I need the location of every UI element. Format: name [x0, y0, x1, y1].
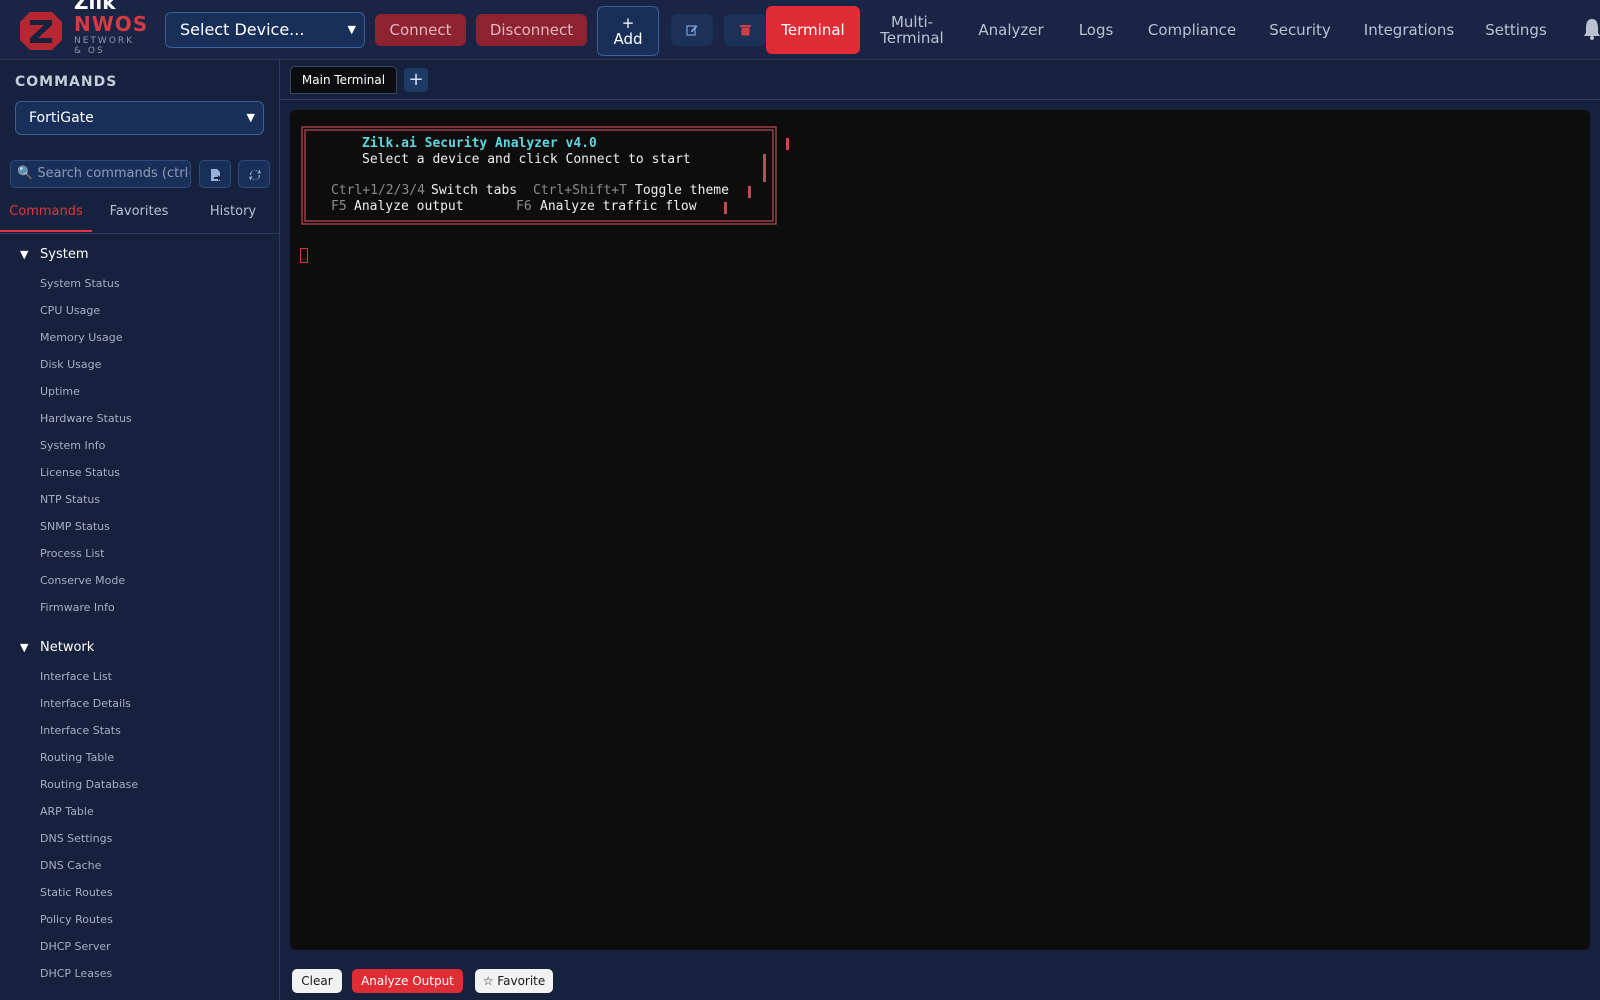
terminal-tab-bar: Main Terminal +	[280, 60, 1600, 100]
category-network[interactable]: ▼ Network	[20, 640, 94, 655]
commands-sidebar: COMMANDS FortiGate ▼ 🔍 Search commands (…	[0, 60, 280, 1000]
disconnect-button[interactable]: Disconnect	[476, 14, 587, 46]
brand-name-main: NWOS	[74, 12, 149, 36]
command-item[interactable]: CPU Usage	[40, 304, 100, 317]
vendor-select[interactable]: FortiGate ▼	[15, 101, 264, 135]
nav-logs[interactable]: Logs	[1070, 6, 1122, 54]
command-search-input[interactable]: 🔍 Search commands (ctrl+k)	[10, 160, 191, 188]
nav-multi-terminal-line2: Terminal	[880, 29, 944, 47]
caret-down-icon: ▼	[20, 641, 29, 654]
command-item[interactable]: Process List	[40, 547, 104, 560]
command-item[interactable]: DHCP Server	[40, 940, 111, 953]
bell-icon[interactable]	[1583, 18, 1600, 40]
command-item[interactable]: Static Routes	[40, 886, 113, 899]
command-item[interactable]: Interface Details	[40, 697, 131, 710]
command-item[interactable]: DHCP Leases	[40, 967, 112, 980]
shortcut-key: F6	[516, 199, 532, 214]
nav-integrations[interactable]: Integrations	[1358, 6, 1460, 54]
tab-history[interactable]: History	[186, 204, 280, 232]
shortcut-label: Toggle theme	[635, 183, 729, 198]
category-label: System	[40, 247, 89, 262]
nav-settings[interactable]: Settings	[1480, 6, 1552, 54]
caret-down-icon: ▼	[20, 248, 29, 261]
command-item[interactable]: Routing Database	[40, 778, 138, 791]
command-item[interactable]: Memory Usage	[40, 331, 123, 344]
command-item[interactable]: Routing Table	[40, 751, 114, 764]
command-item[interactable]: Firmware Info	[40, 601, 115, 614]
command-item[interactable]: ARP Table	[40, 805, 94, 818]
command-item[interactable]: Interface List	[40, 670, 112, 683]
import-commands-button[interactable]	[199, 160, 231, 188]
shortcut-label: Analyze traffic flow	[540, 199, 697, 214]
tab-commands[interactable]: Commands	[0, 204, 92, 232]
shortcut-key: F5	[331, 199, 347, 214]
category-label: Network	[40, 640, 95, 655]
shortcut-label: Analyze output	[354, 199, 464, 214]
device-select-value: Select Device...	[180, 20, 305, 39]
add-device-button[interactable]: + Add	[597, 6, 659, 56]
chevron-down-icon: ▼	[246, 111, 255, 124]
command-item[interactable]: Interface Stats	[40, 724, 121, 737]
nav-security[interactable]: Security	[1262, 6, 1338, 54]
command-item[interactable]: Conserve Mode	[40, 574, 125, 587]
sync-icon	[249, 169, 261, 181]
delete-device-button[interactable]	[724, 14, 766, 46]
command-item[interactable]: Policy Routes	[40, 913, 113, 926]
command-item[interactable]: Hardware Status	[40, 412, 132, 425]
chevron-down-icon: ▼	[347, 23, 356, 36]
command-item[interactable]: DNS Cache	[40, 859, 101, 872]
vendor-select-value: FortiGate	[29, 110, 94, 126]
edit-device-button[interactable]	[671, 14, 713, 46]
plus-icon: +	[621, 14, 635, 32]
clear-button[interactable]: Clear	[292, 969, 342, 993]
terminal-cursor	[300, 248, 308, 263]
brand-name-top: Zilk	[74, 0, 116, 14]
favorite-button[interactable]: ☆ Favorite	[475, 969, 553, 993]
edit-icon	[686, 25, 698, 36]
nav-terminal[interactable]: Terminal	[766, 6, 860, 54]
shortcut-label: Switch tabs	[431, 183, 518, 198]
banner-subtitle: Select a device and click Connect to sta…	[362, 152, 691, 167]
terminal-action-bar: Clear Analyze Output ☆ Favorite	[280, 960, 1600, 1000]
category-system[interactable]: ▼ System	[20, 247, 88, 262]
add-tab-button[interactable]: +	[404, 68, 428, 92]
command-item[interactable]: System Info	[40, 439, 105, 452]
terminal-output[interactable]: Zilk.ai Security Analyzer v4.0 Select a …	[290, 110, 1590, 950]
device-select[interactable]: Select Device... ▼	[165, 12, 365, 48]
shortcut-key: Ctrl+1/2/3/4	[331, 183, 425, 198]
nav-compliance[interactable]: Compliance	[1142, 6, 1242, 54]
command-item[interactable]: Uptime	[40, 385, 80, 398]
file-import-icon	[211, 169, 221, 181]
brand-subtitle: NETWORK & OS	[74, 36, 135, 56]
command-item[interactable]: Disk Usage	[40, 358, 101, 371]
tab-main-terminal[interactable]: Main Terminal	[290, 66, 397, 94]
tab-favorites[interactable]: Favorites	[92, 204, 186, 232]
connect-button[interactable]: Connect	[375, 14, 466, 46]
nav-multi-terminal[interactable]: Multi- Terminal	[872, 6, 952, 54]
add-device-label: Add	[613, 30, 643, 48]
trash-icon	[739, 25, 751, 36]
sync-commands-button[interactable]	[238, 160, 270, 188]
command-item[interactable]: System Status	[40, 277, 120, 290]
nav-multi-terminal-line1: Multi-	[890, 13, 934, 31]
sidebar-divider	[0, 233, 279, 234]
command-item[interactable]: NTP Status	[40, 493, 100, 506]
sidebar-title: COMMANDS	[15, 74, 118, 90]
nav-analyzer[interactable]: Analyzer	[970, 6, 1052, 54]
zilk-logo-icon	[20, 12, 62, 50]
banner-title: Zilk.ai Security Analyzer v4.0	[362, 136, 597, 151]
command-item[interactable]: SNMP Status	[40, 520, 110, 533]
command-item[interactable]: License Status	[40, 466, 120, 479]
analyze-output-button[interactable]: Analyze Output	[352, 969, 463, 993]
command-item[interactable]: DNS Settings	[40, 832, 112, 845]
shortcut-key: Ctrl+Shift+T	[533, 183, 627, 198]
top-header: Zilk NWOS NETWORK & OS Select Device... …	[0, 0, 1600, 60]
